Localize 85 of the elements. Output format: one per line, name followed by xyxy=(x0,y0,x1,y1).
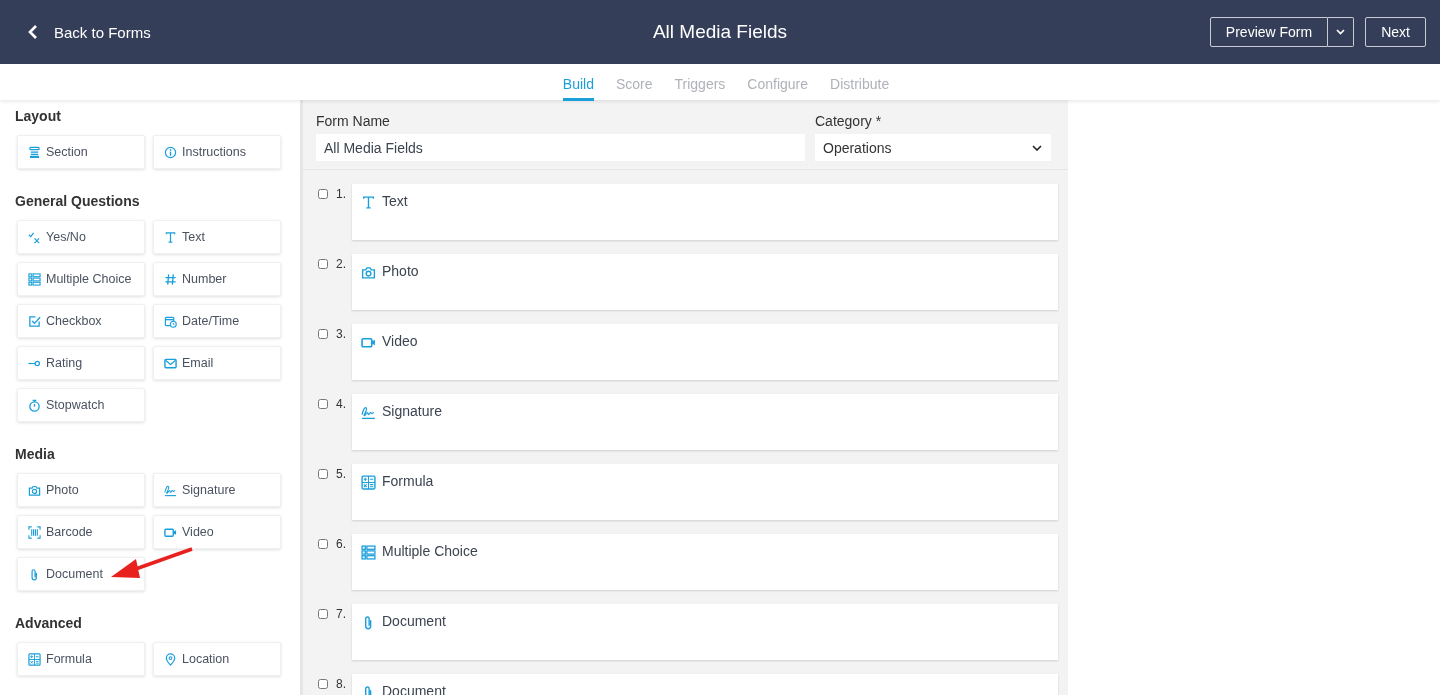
field-type-button[interactable]: Video xyxy=(153,515,281,549)
checkbox[interactable] xyxy=(318,399,328,409)
camera-icon xyxy=(361,265,376,280)
check-cross-icon xyxy=(28,230,41,244)
checkbox-icon xyxy=(28,314,41,328)
next-button[interactable]: Next xyxy=(1365,17,1426,47)
checkbox[interactable] xyxy=(318,189,328,199)
video-camera-icon xyxy=(361,335,376,350)
question-card[interactable]: Signature xyxy=(352,394,1058,450)
caret-icon xyxy=(1336,29,1346,35)
question-card[interactable]: Formula xyxy=(352,464,1058,520)
field-type-button[interactable]: Text xyxy=(153,220,281,254)
field-type-button[interactable]: Barcode xyxy=(17,515,145,549)
calendar-clock-icon xyxy=(164,314,177,328)
text-icon xyxy=(361,195,376,210)
question-number: 7. xyxy=(335,606,347,621)
section-heading: Media xyxy=(15,446,56,462)
question-label: Text xyxy=(382,193,408,209)
form-name-field[interactable]: All Media Fields xyxy=(316,134,805,161)
field-type-button[interactable]: Number xyxy=(153,262,281,296)
question-card[interactable]: Document xyxy=(352,604,1058,660)
field-type-button[interactable]: Document xyxy=(17,557,145,591)
field-type-button[interactable]: Multiple Choice xyxy=(17,262,145,296)
question-label: Signature xyxy=(382,403,442,419)
question-card[interactable]: Photo xyxy=(352,254,1058,310)
question-number: 1. xyxy=(335,186,347,201)
field-type-button[interactable]: Location xyxy=(153,642,281,676)
question-label: Photo xyxy=(382,263,419,279)
info-icon xyxy=(164,145,177,159)
signature-icon xyxy=(164,483,177,497)
field-label: Category * xyxy=(815,113,883,129)
signature-icon xyxy=(361,405,376,420)
field-type-button[interactable]: Checkbox xyxy=(17,304,145,338)
section-icon xyxy=(28,145,41,159)
hash-icon xyxy=(164,272,177,286)
question-label: Document xyxy=(382,613,446,629)
map-pin-icon xyxy=(164,652,177,666)
field-label: Form Name xyxy=(316,113,391,129)
field-type-button[interactable]: Stopwatch xyxy=(17,388,145,422)
checkbox[interactable] xyxy=(318,329,328,339)
question-number: 3. xyxy=(335,326,347,341)
section-heading: Advanced xyxy=(15,615,83,631)
chevron-down-icon xyxy=(1032,144,1042,151)
question-number: 8. xyxy=(335,676,347,691)
field-type-button[interactable]: Signature xyxy=(153,473,281,507)
category-select[interactable]: Operations xyxy=(815,134,1051,161)
page-title: All Media Fields xyxy=(652,21,788,43)
field-type-button[interactable]: Yes/No xyxy=(17,220,145,254)
checkbox[interactable] xyxy=(318,609,328,619)
question-label: Video xyxy=(382,333,418,349)
calculator-icon xyxy=(361,475,376,490)
question-number: 4. xyxy=(335,396,347,411)
chevron-left-icon xyxy=(28,24,38,40)
camera-icon xyxy=(28,483,41,497)
section-heading: Layout xyxy=(15,108,62,124)
question-number: 6. xyxy=(335,536,347,551)
calculator-icon xyxy=(28,652,41,666)
stopwatch-icon xyxy=(28,398,41,412)
checkbox[interactable] xyxy=(318,259,328,269)
checkbox[interactable] xyxy=(318,679,328,689)
field-type-button[interactable]: Photo xyxy=(17,473,145,507)
preview-form-button[interactable]: Preview Form xyxy=(1209,17,1329,47)
back-link[interactable]: Back to Forms xyxy=(28,23,151,41)
section-heading: General Questions xyxy=(15,193,141,209)
dropdown-button[interactable] xyxy=(1328,17,1355,47)
question-number: 5. xyxy=(335,466,347,481)
question-label: Multiple Choice xyxy=(382,543,478,559)
field-type-button[interactable]: Email xyxy=(153,346,281,380)
field-type-button[interactable]: Date/Time xyxy=(153,304,281,338)
question-number: 2. xyxy=(335,256,347,271)
field-type-button[interactable]: Formula xyxy=(17,642,145,676)
field-type-button[interactable]: Instructions xyxy=(153,135,281,169)
envelope-icon xyxy=(164,356,177,370)
question-card[interactable]: Video xyxy=(352,324,1058,380)
list-icon xyxy=(28,272,41,286)
list-icon xyxy=(361,545,376,560)
checkbox[interactable] xyxy=(318,469,328,479)
question-card[interactable]: Text xyxy=(352,184,1058,240)
question-label: Formula xyxy=(382,473,434,489)
text-icon xyxy=(164,230,177,244)
field-type-button[interactable]: Section xyxy=(17,135,145,169)
question-card[interactable]: Multiple Choice xyxy=(352,534,1058,590)
barcode-icon xyxy=(28,525,41,539)
checkbox[interactable] xyxy=(318,539,328,549)
field-type-button[interactable]: Rating xyxy=(17,346,145,380)
